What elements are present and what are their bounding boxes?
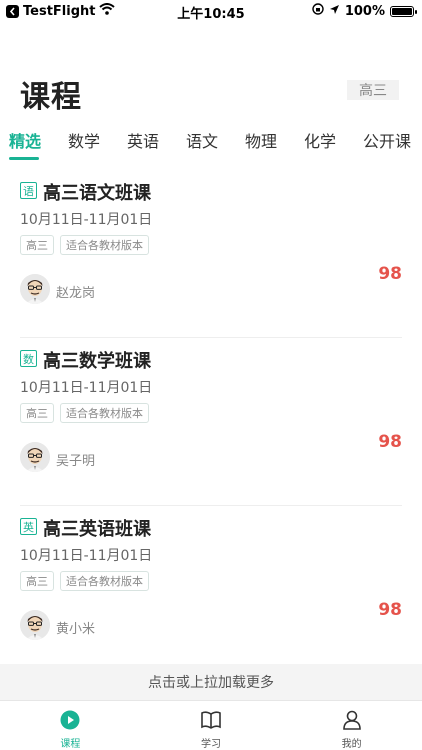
nav-item-courses[interactable]: 课程 — [0, 701, 141, 750]
course-dates: 10月11日-11月01日 — [20, 380, 153, 396]
teacher-name: 吴子明 — [56, 454, 96, 469]
nav-label: 我的 — [341, 739, 362, 750]
nav-item-me[interactable]: 我的 — [281, 701, 422, 750]
course-price: 98 — [378, 432, 402, 452]
teacher-name: 黄小米 — [56, 622, 96, 637]
nav-label: 课程 — [60, 739, 81, 750]
course-price: 98 — [378, 264, 402, 284]
course-title[interactable]: 高三英语班课 — [43, 515, 151, 541]
course-card[interactable]: 英 高三英语班课 10月11日-11月01日 高三 适合各教材版本 黄小米 98 — [20, 506, 402, 674]
grade-tag: 高三 — [20, 235, 54, 255]
grade-tag: 高三 — [20, 571, 54, 591]
load-more-button[interactable]: 点击或上拉加载更多 — [0, 664, 422, 700]
teacher-avatar — [20, 442, 50, 472]
location-icon — [329, 4, 340, 19]
course-dates: 10月11日-11月01日 — [20, 548, 153, 564]
tab-featured[interactable]: 精选 — [9, 128, 41, 152]
bottom-nav: 课程 学习 我的 — [0, 700, 422, 750]
tab-chemistry[interactable]: 化学 — [304, 128, 336, 152]
active-tab-indicator — [9, 157, 39, 160]
book-icon — [200, 709, 222, 730]
course-dates: 10月11日-11月01日 — [20, 212, 153, 228]
course-title[interactable]: 高三语文班课 — [43, 179, 151, 205]
course-tags: 高三 适合各教材版本 — [20, 571, 149, 591]
play-circle-icon — [59, 709, 81, 730]
edition-tag: 适合各教材版本 — [60, 571, 149, 591]
tab-physics[interactable]: 物理 — [245, 128, 277, 152]
tab-open-class[interactable]: 公开课 — [363, 128, 411, 152]
edition-tag: 适合各教材版本 — [60, 235, 149, 255]
course-price: 98 — [378, 600, 402, 620]
subject-tabs: 精选 数学 英语 语文 物理 化学 公开课 — [0, 128, 422, 160]
teacher-avatar — [20, 274, 50, 304]
subject-badge: 数 — [20, 350, 37, 367]
nav-item-study[interactable]: 学习 — [141, 701, 282, 750]
course-tags: 高三 适合各教材版本 — [20, 403, 149, 423]
grade-selector[interactable]: 高三 — [347, 80, 399, 100]
battery-percent: 100% — [344, 3, 385, 19]
orientation-lock-icon — [312, 3, 324, 19]
battery-icon — [390, 5, 417, 17]
nav-label: 学习 — [201, 739, 221, 750]
status-right: 100% — [312, 3, 417, 19]
course-card[interactable]: 语 高三语文班课 10月11日-11月01日 高三 适合各教材版本 赵龙岗 98 — [20, 170, 402, 338]
course-list: 语 高三语文班课 10月11日-11月01日 高三 适合各教材版本 赵龙岗 98… — [0, 170, 422, 674]
status-bar: TestFlight 上午10:45 100% — [0, 0, 422, 22]
subject-badge: 英 — [20, 518, 37, 535]
tab-chinese[interactable]: 语文 — [186, 128, 218, 152]
course-title[interactable]: 高三数学班课 — [43, 347, 151, 373]
person-icon — [341, 709, 363, 730]
subject-badge: 语 — [20, 182, 37, 199]
teacher-name: 赵龙岗 — [56, 286, 96, 301]
course-card[interactable]: 数 高三数学班课 10月11日-11月01日 高三 适合各教材版本 吴子明 98 — [20, 338, 402, 506]
edition-tag: 适合各教材版本 — [60, 403, 149, 423]
grade-tag: 高三 — [20, 403, 54, 423]
course-tags: 高三 适合各教材版本 — [20, 235, 149, 255]
page-title: 课程 — [20, 80, 82, 115]
tab-english[interactable]: 英语 — [127, 128, 159, 152]
teacher-avatar — [20, 610, 50, 640]
tab-math[interactable]: 数学 — [68, 128, 100, 152]
